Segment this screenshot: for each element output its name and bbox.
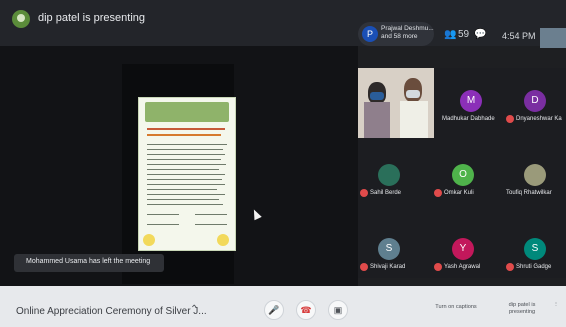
meet-screen: dip patel is presenting P Prajwal Deshmu… <box>0 0 566 327</box>
poster-text-line <box>195 214 227 215</box>
notification-toast: Mohammed Usama has left the meeting <box>14 254 164 272</box>
poster-text-line <box>147 224 179 225</box>
participant-avatar: M <box>460 90 482 112</box>
participant-body <box>364 102 390 138</box>
poster-text-line <box>147 194 225 195</box>
muted-mic-icon <box>434 189 442 197</box>
poster-banner <box>145 102 229 122</box>
poster-leaf-decoration <box>217 234 229 246</box>
face-mask <box>406 90 420 98</box>
participant-summary: Prajwal Deshmu... and 58 more <box>381 25 434 40</box>
poster-text-line <box>147 174 225 175</box>
participant-tile: D Dnyaneshwar Ka <box>504 68 566 126</box>
top-bar: dip patel is presenting P Prajwal Deshmu… <box>0 0 566 48</box>
participant-avatar: D <box>524 90 546 112</box>
chat-icon[interactable]: 💬 <box>474 29 486 40</box>
poster-text-line <box>195 224 227 225</box>
presenter-avatar <box>12 10 30 28</box>
poster-text-line <box>147 149 223 150</box>
camera-button[interactable]: ▣ <box>328 300 348 320</box>
presenting-label: dip patel is presenting <box>38 12 146 24</box>
participant-avatar <box>378 164 400 186</box>
self-video-thumbnail <box>540 28 566 48</box>
participant-tile: S Shivaji Karad <box>358 216 420 274</box>
poster-text-line <box>147 184 225 185</box>
toast-text: Mohammed Usama has left the meeting <box>26 258 151 265</box>
captions-button[interactable]: Turn on captions <box>430 304 482 311</box>
participant-tile: O Omkar Kuli <box>432 142 494 200</box>
muted-mic-icon <box>506 115 514 123</box>
participant-avatar: O <box>452 164 474 186</box>
people-icon[interactable]: 👥 <box>444 29 456 40</box>
meeting-title: Online Appreciation Ceremony of Silver J… <box>16 306 207 317</box>
bottom-bar: Online Appreciation Ceremony of Silver J… <box>0 286 566 327</box>
poster-text-line <box>147 189 217 190</box>
poster-text-line <box>147 179 222 180</box>
participant-tile: Y Yash Agrawal <box>432 216 494 274</box>
participant-name: Dnyaneshwar Ka <box>516 116 562 122</box>
people-count: 59 <box>458 29 470 40</box>
muted-mic-icon <box>360 189 368 197</box>
poster-text-line <box>147 204 223 205</box>
participant-name: Sahil Berde <box>370 190 402 196</box>
poster-text-line <box>147 164 226 165</box>
microphone-button[interactable]: 🎤 <box>264 300 284 320</box>
participant-name: Shruti Gadge <box>516 264 552 270</box>
participant-tile: S Shruti Gadge <box>504 216 566 274</box>
participant-name: Yash Agrawal <box>444 264 481 270</box>
participant-name: Shivaji Karad <box>370 264 406 270</box>
muted-mic-icon <box>360 263 368 271</box>
participant-tile: M Madhukar Dabhade <box>440 68 502 126</box>
participant-name: Toufiq Rhatwilkar <box>506 190 552 196</box>
shared-slide-poster <box>138 97 236 251</box>
participant-initial: P <box>362 26 378 42</box>
muted-mic-icon <box>434 263 442 271</box>
poster-text-line <box>147 199 219 200</box>
participant-avatar: S <box>524 238 546 260</box>
poster-leaf-decoration <box>143 234 155 246</box>
participant-name: Madhukar Dabhade <box>442 116 495 122</box>
participant-avatar: S <box>378 238 400 260</box>
poster-text-line <box>147 159 221 160</box>
participants-chip[interactable]: P Prajwal Deshmu... and 58 more <box>358 22 434 46</box>
participant-body <box>400 101 428 138</box>
participants-grid: M Madhukar Dabhade D Dnyaneshwar Ka Sahi… <box>358 68 566 278</box>
poster-title-line <box>147 128 225 130</box>
participant-tile: Sahil Berde <box>358 142 420 200</box>
participant-tile: Toufiq Rhatwilkar <box>504 142 566 200</box>
presenting-button[interactable]: dip patel is presenting <box>500 302 544 316</box>
muted-mic-icon <box>506 263 514 271</box>
hang-up-button[interactable]: ☎ <box>296 300 316 320</box>
chevron-up-icon[interactable]: ⌃ <box>190 304 198 315</box>
clock: 4:54 PM <box>502 31 536 41</box>
poster-text-line <box>147 214 179 215</box>
participant-video-tile <box>358 68 434 138</box>
participant-avatar <box>524 164 546 186</box>
more-options-icon[interactable]: ⋮ <box>551 302 561 309</box>
poster-text-line <box>147 154 225 155</box>
participant-avatar: Y <box>452 238 474 260</box>
poster-text-line <box>147 144 227 145</box>
poster-title-line <box>147 134 221 136</box>
face-mask <box>370 92 384 100</box>
poster-text-line <box>147 169 219 170</box>
participant-name: Omkar Kuli <box>444 190 474 196</box>
